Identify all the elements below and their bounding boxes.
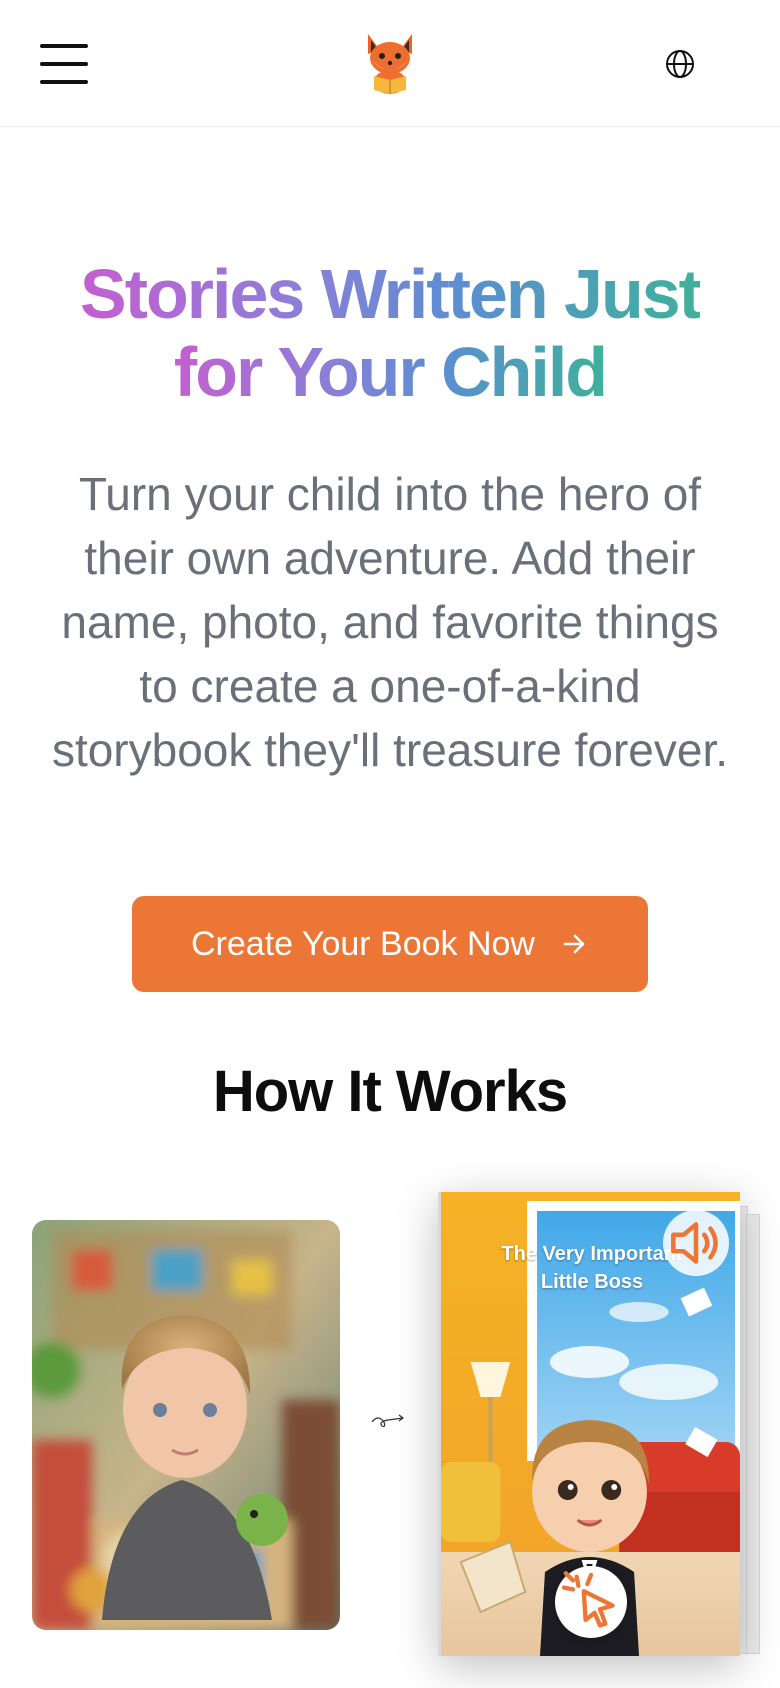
hero-title-line2: for Your Child bbox=[173, 333, 608, 411]
hero-title: Stories Written Just for Your Child bbox=[40, 255, 740, 411]
tap-pointer-icon[interactable] bbox=[555, 1566, 627, 1638]
create-book-button-label: Create Your Book Now bbox=[191, 924, 535, 963]
speaker-icon[interactable] bbox=[663, 1210, 729, 1276]
hero-subtitle: Turn your child into the hero of their o… bbox=[51, 468, 729, 776]
site-header bbox=[0, 0, 780, 127]
how-it-works-heading: How It Works bbox=[212, 1059, 568, 1124]
book-title: The Very Important Little Boss bbox=[501, 1243, 683, 1293]
curly-arrow-icon bbox=[371, 1414, 404, 1428]
book-cover: The Very Important Little Boss bbox=[438, 1192, 740, 1656]
book-page-edge bbox=[746, 1214, 760, 1654]
hamburger-menu-icon[interactable] bbox=[40, 44, 88, 84]
child-photo bbox=[32, 1220, 340, 1630]
fox-logo-icon[interactable] bbox=[362, 30, 418, 96]
globe-icon[interactable] bbox=[664, 48, 696, 80]
arrow-right-icon bbox=[563, 934, 585, 954]
create-book-button[interactable]: Create Your Book Now bbox=[132, 896, 648, 992]
hero-title-line1: Stories Written Just bbox=[80, 255, 702, 333]
storybook-preview[interactable]: The Very Important Little Boss bbox=[434, 1192, 780, 1658]
